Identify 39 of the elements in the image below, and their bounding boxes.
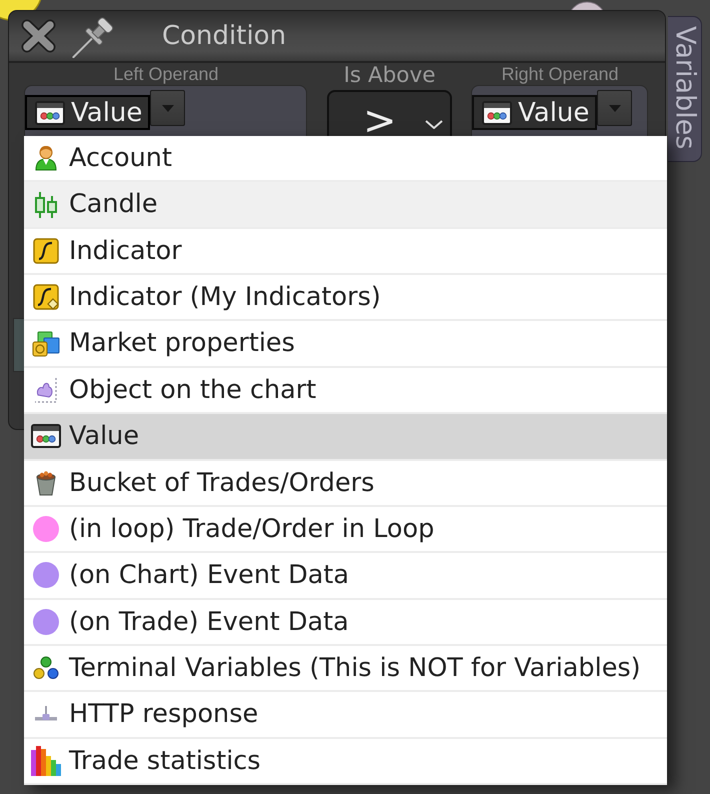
- menu-item[interactable]: Indicator: [24, 228, 667, 276]
- menu-item[interactable]: Trade statistics: [24, 738, 667, 786]
- circles-icon: [33, 656, 59, 680]
- side-tab[interactable]: Variables: [668, 16, 702, 162]
- field-label: Right Operand: [500, 63, 620, 85]
- menu-item[interactable]: Candle: [24, 182, 667, 229]
- bar-chart-icon: [31, 746, 61, 776]
- field-label: Left Operand: [112, 63, 220, 85]
- shape-selection-icon: [34, 376, 58, 403]
- menu-item[interactable]: Market properties: [24, 321, 667, 368]
- menu-item[interactable]: Indicator (My Indicators): [24, 275, 667, 322]
- menu-item[interactable]: Object on the chart: [24, 368, 667, 414]
- connector-icon: [34, 706, 58, 722]
- menu-item[interactable]: (on Trade) Event Data: [24, 600, 667, 646]
- candlestick-icon: [34, 192, 58, 218]
- window-icon: [31, 424, 61, 448]
- chevron-icon: [425, 120, 443, 129]
- menu-item[interactable]: Terminal Variables (This is NOT for Variables): [24, 646, 667, 692]
- close-icon[interactable]: [20, 19, 57, 53]
- window-icon: [35, 100, 65, 124]
- menu-item[interactable]: (in loop) Trade/Order in Loop: [24, 506, 667, 554]
- caret-icon: [608, 104, 621, 112]
- menu-item[interactable]: Account: [24, 136, 667, 182]
- caret-icon: [162, 104, 174, 112]
- function-badge-icon: [33, 284, 59, 310]
- panel-background: [13, 318, 24, 372]
- bucket-icon: [35, 470, 57, 496]
- person-icon: [35, 145, 57, 172]
- function-icon: [33, 238, 59, 264]
- field-label: Is Above: [342, 63, 436, 89]
- operand-select[interactable]: Value: [472, 95, 598, 130]
- menu-item[interactable]: Value: [24, 414, 667, 461]
- menu-item[interactable]: (on Chart) Event Data: [24, 553, 667, 600]
- menu-item[interactable]: HTTP response: [24, 692, 667, 739]
- menu-item[interactable]: Bucket of Trades/Orders: [24, 460, 667, 507]
- window-title: Condition: [162, 21, 286, 51]
- operand-select[interactable]: Value: [25, 95, 150, 130]
- coin-squares-icon: [32, 330, 60, 357]
- window-icon: [482, 100, 512, 124]
